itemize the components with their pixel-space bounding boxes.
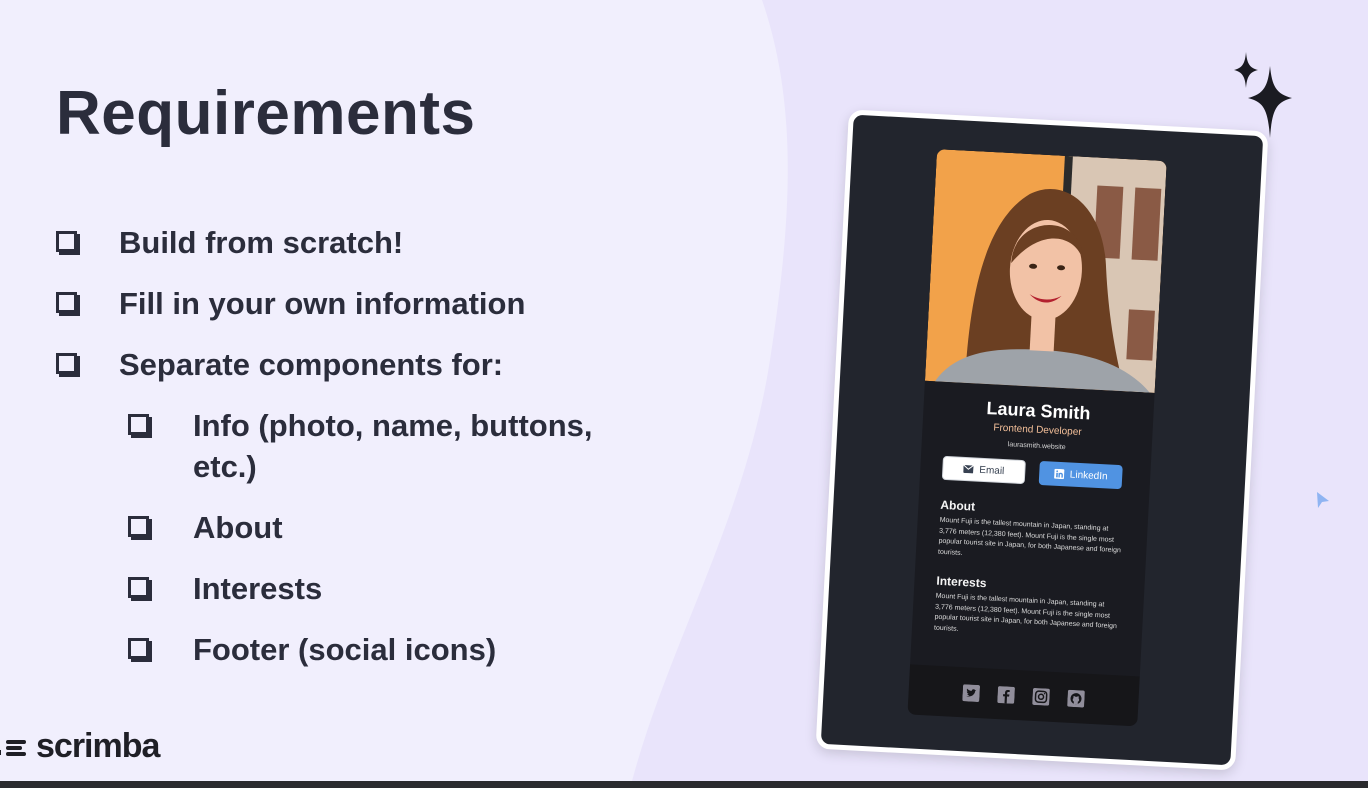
interests-text: Mount Fuji is the tallest mountain in Ja… [933, 592, 1118, 633]
requirement-item: Build from scratch! [56, 222, 403, 263]
checkbox-icon [128, 414, 149, 435]
checkbox-icon [128, 516, 149, 537]
checkbox-icon [128, 577, 149, 598]
card-footer [907, 664, 1140, 727]
checkbox-icon [56, 353, 77, 374]
github-icon[interactable] [1067, 689, 1085, 707]
requirement-subitem: Interests [128, 568, 322, 609]
twitter-icon[interactable] [962, 683, 981, 702]
requirement-text: Interests [193, 571, 323, 606]
linkedin-label: LinkedIn [1069, 469, 1108, 482]
requirement-item: Fill in your own information [56, 283, 525, 324]
about-heading: About [940, 497, 976, 514]
mail-icon [963, 464, 974, 474]
requirement-text: Info (photo, name, buttons, etc.) [193, 408, 593, 484]
checkbox-icon [128, 638, 149, 659]
email-label: Email [979, 464, 1005, 477]
requirement-text: About [193, 510, 283, 545]
logo-text: scrimba [36, 727, 160, 765]
requirement-item: Separate components for: [56, 344, 503, 385]
requirement-subitem: Info (photo, name, buttons, etc.) [128, 405, 593, 487]
requirement-text: Footer (social icons) [193, 632, 497, 667]
scrimba-logo: scrimba [0, 727, 160, 766]
requirement-text: Separate components for: [119, 347, 504, 382]
slide: Requirements Build from scratch! Fill in… [0, 0, 1368, 781]
requirement-text: Fill in your own information [119, 286, 526, 321]
checkbox-icon [56, 231, 77, 252]
profile-card: Laura Smith Frontend Developer laurasmit… [907, 149, 1167, 727]
linkedin-icon [1053, 468, 1065, 480]
profile-card-mockup: Laura Smith Frontend Developer laurasmit… [815, 109, 1269, 771]
checkbox-icon [56, 292, 77, 313]
facebook-icon[interactable] [997, 685, 1015, 704]
slide-title: Requirements [56, 79, 476, 148]
linkedin-button[interactable]: LinkedIn [1038, 460, 1123, 490]
cursor-icon [1317, 492, 1329, 508]
interests-heading: Interests [936, 573, 987, 591]
requirement-subitem: Footer (social icons) [128, 629, 496, 670]
email-button[interactable]: Email [941, 455, 1026, 485]
requirement-text: Build from scratch! [119, 225, 404, 260]
requirement-subitem: About [128, 507, 283, 548]
about-text: Mount Fuji is the tallest mountain in Ja… [937, 516, 1122, 557]
instagram-icon[interactable] [1032, 687, 1050, 706]
scrimba-mark-icon [0, 739, 26, 756]
profile-photo [924, 149, 1167, 393]
